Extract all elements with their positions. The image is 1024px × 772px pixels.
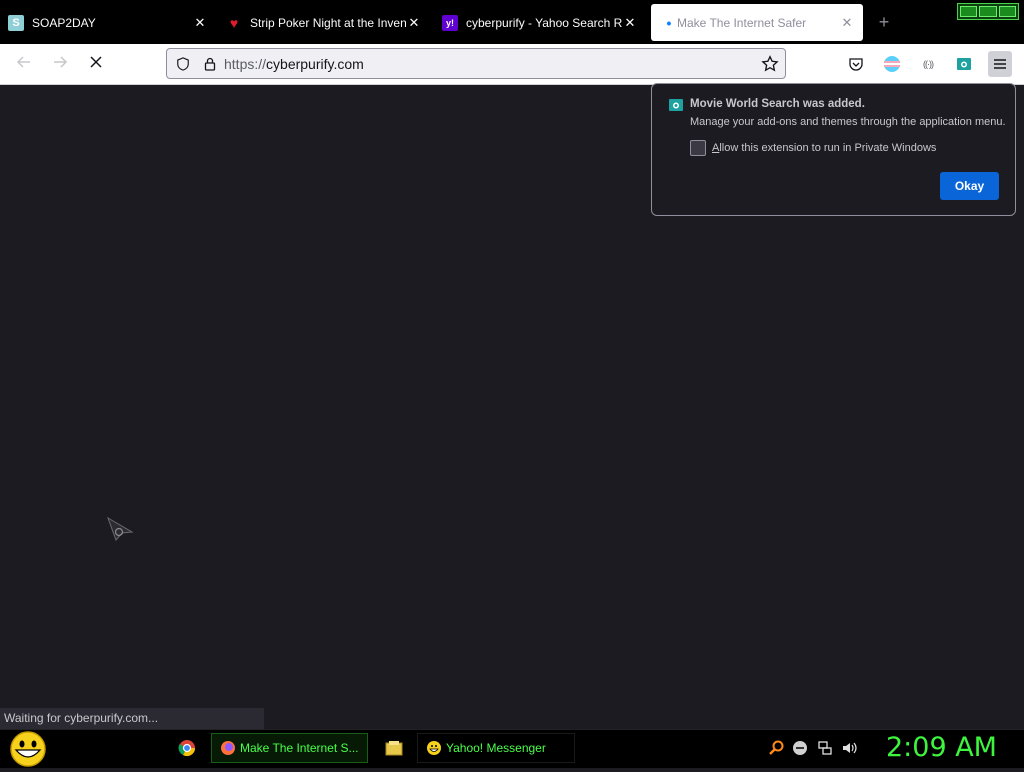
close-icon[interactable]: ✕ — [192, 15, 208, 31]
wave-icon: ((·)) — [923, 59, 934, 69]
close-icon[interactable]: ✕ — [406, 15, 422, 31]
tab-soap2day[interactable]: S SOAP2DAY ✕ — [8, 4, 208, 41]
close-icon[interactable]: ✕ — [622, 15, 638, 31]
cursor-icon — [106, 516, 134, 547]
camera-icon — [957, 58, 971, 70]
url-text[interactable]: https://cyberpurify.com — [224, 56, 364, 72]
yahoo-icon: y! — [442, 14, 458, 31]
extension-dots-button[interactable]: ((·)) — [917, 53, 939, 75]
tab-title: cyberpurify - Yahoo Search Re — [466, 15, 622, 30]
smiley-icon — [10, 731, 46, 767]
heart-icon: ♥ — [229, 14, 239, 31]
tab-strip-poker[interactable]: ♥ Strip Poker Night at the Invent ✕ — [226, 4, 422, 41]
forward-arrow-icon — [54, 56, 68, 68]
stop-icon — [90, 56, 102, 68]
minus-circle-icon[interactable] — [792, 740, 808, 756]
window-controls[interactable] — [957, 3, 1019, 20]
back-button[interactable] — [14, 54, 34, 74]
okay-button[interactable]: Okay — [940, 172, 999, 200]
movie-world-extension-button[interactable] — [953, 53, 975, 75]
camera-icon — [669, 99, 683, 111]
taskbar-task-label: Yahoo! Messenger — [446, 741, 546, 755]
tab-make-internet-safer[interactable]: • Make The Internet Safer ✕ — [651, 4, 863, 41]
url-bar[interactable]: https://cyberpurify.com — [166, 48, 786, 79]
start-button[interactable] — [8, 731, 48, 767]
chrome-icon[interactable] — [178, 739, 196, 757]
tab-yahoo-search[interactable]: y! cyberpurify - Yahoo Search Re ✕ — [442, 4, 638, 41]
extension-flag-button[interactable] — [881, 53, 903, 75]
hamburger-icon — [994, 59, 1006, 69]
taskbar-task-label: Make The Internet S... — [240, 741, 359, 755]
menu-button[interactable] — [988, 51, 1012, 77]
addon-installed-notification: Movie World Search was added. Manage you… — [651, 83, 1016, 216]
firefox-icon — [221, 741, 235, 755]
private-windows-label[interactable]: Allow this extension to run in Private W… — [712, 142, 936, 154]
pocket-icon — [849, 58, 863, 71]
shield-icon[interactable] — [176, 56, 190, 71]
lock-icon[interactable] — [204, 57, 216, 71]
back-arrow-icon — [16, 56, 30, 68]
yahoo-messenger-icon — [427, 741, 441, 755]
notification-title: Movie World Search was added. — [690, 98, 865, 110]
search-icon[interactable] — [768, 740, 784, 756]
trans-flag-icon — [884, 56, 900, 72]
pocket-button[interactable] — [845, 53, 867, 75]
folder-icon[interactable] — [384, 738, 404, 758]
notification-description: Manage your add-ons and themes through t… — [690, 116, 1006, 128]
loading-icon: • — [666, 14, 672, 31]
forward-button[interactable] — [50, 54, 70, 74]
tab-title: SOAP2DAY — [32, 15, 96, 30]
taskbar-task-firefox[interactable]: Make The Internet S... — [211, 733, 368, 763]
bookmark-star-icon[interactable] — [761, 55, 779, 73]
taskbar-clock[interactable]: 2:09 AM — [886, 732, 997, 763]
status-panel: Waiting for cyberpurify.com... — [0, 708, 264, 729]
url-domain: cyberpurify.com — [266, 55, 364, 72]
close-icon[interactable]: ✕ — [839, 15, 855, 31]
tab-title: Make The Internet Safer — [677, 15, 807, 30]
tab-title: Strip Poker Night at the Invent — [250, 15, 406, 30]
private-windows-checkbox[interactable] — [690, 140, 706, 156]
stop-button[interactable] — [86, 54, 106, 74]
url-protocol: https:// — [224, 55, 267, 72]
new-tab-button[interactable]: + — [874, 12, 894, 32]
taskbar-task-yahoo-messenger[interactable]: Yahoo! Messenger — [417, 733, 575, 763]
network-icon[interactable] — [817, 740, 833, 756]
volume-icon[interactable] — [841, 740, 859, 756]
soap2day-favicon: S — [8, 14, 24, 31]
